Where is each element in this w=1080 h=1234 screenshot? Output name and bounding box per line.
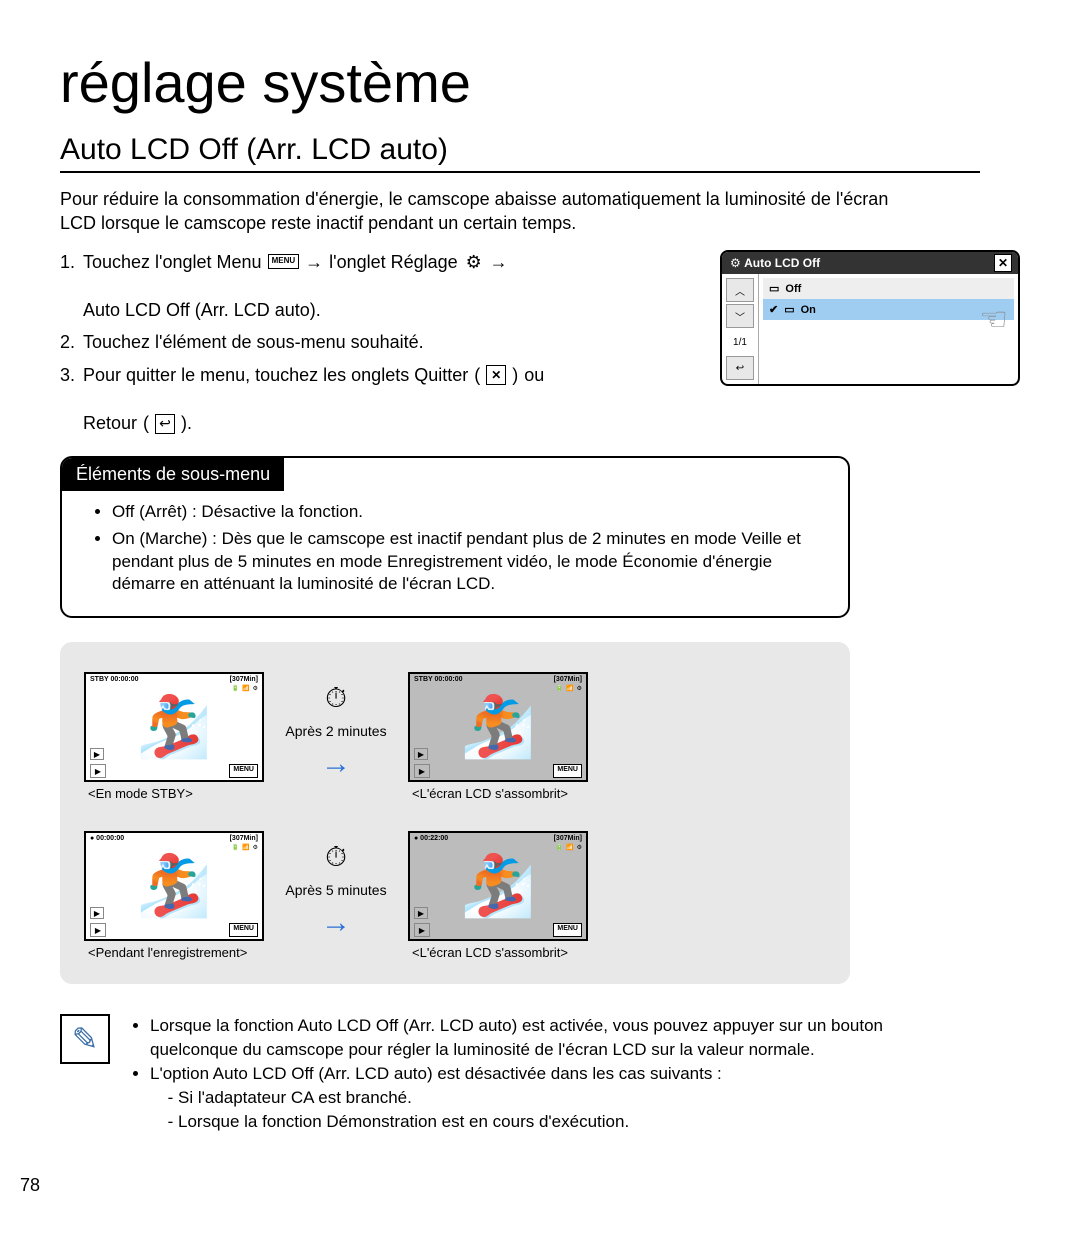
- section-title: Auto LCD Off (Arr. LCD auto): [60, 133, 980, 173]
- step-number: 3.: [60, 363, 75, 387]
- down-button[interactable]: ﹀: [726, 304, 754, 328]
- snowboarder-icon: 🏂: [461, 856, 536, 916]
- snowboarder-icon: 🏂: [137, 856, 212, 916]
- page-number: 78: [20, 1175, 40, 1196]
- caption-dim: <L'écran LCD s'assombrit>: [412, 945, 588, 960]
- note-1: Lorsque la fonction Auto LCD Off (Arr. L…: [150, 1014, 960, 1062]
- play-icon: ▶: [90, 923, 106, 937]
- play-icon: ▶: [90, 764, 106, 778]
- thumb-icon: ▶: [414, 748, 428, 760]
- caption-rec: <Pendant l'enregistrement>: [88, 945, 264, 960]
- step-1-text-b: l'onglet Réglage: [329, 250, 458, 274]
- step-3-text-a: Pour quitter le menu, touchez les onglet…: [83, 363, 468, 387]
- gear-icon: ⚙: [464, 252, 484, 272]
- stby-time: STBY 00:00:00: [90, 676, 139, 683]
- diagram-panel: STBY 00:00:00 [307Min] 🔋📶⚙ 🏂 ▶ ▶ MENU <E…: [60, 642, 850, 984]
- step-2: 2. Touchez l'élément de sous-menu souhai…: [60, 330, 600, 354]
- play-icon: ▶: [414, 923, 430, 937]
- menu-screenshot: ⚙ Auto LCD Off ✕ ︿ ﹀ 1/1 ↩ ▭ Off ✔ ▭ On: [720, 250, 1020, 386]
- gear-icon: ⚙: [730, 256, 741, 270]
- close-icon[interactable]: ✕: [994, 254, 1012, 272]
- snowboarder-icon: 🏂: [461, 697, 536, 757]
- caption-stby: <En mode STBY>: [88, 786, 264, 801]
- screen-stby-dim: STBY 00:00:00 [307Min] 🔋📶⚙ 🏂 ▶ ▶ MENU: [408, 672, 588, 782]
- menu-off-label: Off: [785, 283, 801, 295]
- notes: ✎ Lorsque la fonction Auto LCD Off (Arr.…: [60, 1014, 960, 1133]
- submenu-on: On (Marche) : Dès que le camscope est in…: [112, 528, 818, 597]
- step-2-text: Touchez l'élément de sous-menu souhaité.: [83, 330, 600, 354]
- step-list: 1. Touchez l'onglet Menu MENU → l'onglet…: [60, 250, 600, 436]
- step-3-text-c: Retour: [83, 411, 137, 435]
- menu-button: MENU: [229, 923, 258, 937]
- return-button[interactable]: ↩: [726, 356, 754, 380]
- menu-button: MENU: [553, 923, 582, 937]
- remaining: [307Min]: [554, 676, 582, 683]
- caption-dim: <L'écran LCD s'assombrit>: [412, 786, 588, 801]
- note-2a: Si l'adaptateur CA est branché.: [178, 1086, 960, 1110]
- menu-on-label: On: [801, 304, 816, 316]
- menu-button: MENU: [553, 764, 582, 778]
- menu-title: Auto LCD Off: [744, 256, 820, 270]
- thumb-icon: ▶: [414, 907, 428, 919]
- lcd-on-icon: ▭: [784, 303, 794, 316]
- arrow-icon: →: [321, 906, 351, 940]
- step-3-text-b: ou: [524, 363, 544, 387]
- submenu-box: Éléments de sous-menu Off (Arrêt) : Désa…: [60, 456, 850, 619]
- rec-time-after: ● 00:22:00: [414, 835, 448, 842]
- snowboarder-icon: 🏂: [137, 697, 212, 757]
- screen-rec-dim: ● 00:22:00 [307Min] 🔋📶⚙ 🏂 ▶ ▶ MENU: [408, 831, 588, 941]
- step-1: 1. Touchez l'onglet Menu MENU → l'onglet…: [60, 250, 600, 323]
- after-5min: Après 5 minutes: [285, 882, 386, 898]
- hand-pointer-icon: ☜: [979, 300, 1008, 338]
- menu-item-on[interactable]: ✔ ▭ On: [763, 299, 1014, 320]
- page-indicator: 1/1: [726, 330, 754, 354]
- remaining: [307Min]: [230, 835, 258, 842]
- return-icon: ↩: [155, 414, 175, 434]
- close-icon: ✕: [486, 365, 506, 385]
- step-number: 1.: [60, 250, 75, 274]
- remaining: [307Min]: [554, 835, 582, 842]
- submenu-off: Off (Arrêt) : Désactive la fonction.: [112, 501, 818, 524]
- arrow-icon: →: [321, 747, 351, 781]
- thumb-icon: ▶: [90, 907, 104, 919]
- play-icon: ▶: [414, 764, 430, 778]
- thumb-icon: ▶: [90, 748, 104, 760]
- step-3: 3. Pour quitter le menu, touchez les ong…: [60, 363, 600, 436]
- up-button[interactable]: ︿: [726, 278, 754, 302]
- submenu-header: Éléments de sous-menu: [62, 458, 284, 491]
- note-icon: ✎: [60, 1014, 110, 1064]
- menu-icon: MENU: [268, 254, 300, 269]
- timer-icon: ⏱: [325, 682, 347, 715]
- screen-stby: STBY 00:00:00 [307Min] 🔋📶⚙ 🏂 ▶ ▶ MENU: [84, 672, 264, 782]
- rec-time: ● 00:00:00: [90, 835, 124, 842]
- intro-text: Pour réduire la consommation d'énergie, …: [60, 187, 920, 236]
- lcd-off-icon: ▭: [769, 282, 779, 295]
- check-icon: ✔: [769, 303, 778, 316]
- diagram-row-stby: STBY 00:00:00 [307Min] 🔋📶⚙ 🏂 ▶ ▶ MENU <E…: [84, 672, 826, 801]
- step-1-text-c: Auto LCD Off (Arr. LCD auto).: [83, 300, 321, 320]
- step-number: 2.: [60, 330, 75, 354]
- note-2b: Lorsque la fonction Démonstration est en…: [178, 1110, 960, 1134]
- menu-header: ⚙ Auto LCD Off ✕: [722, 252, 1018, 274]
- screen-rec: ● 00:00:00 [307Min] 🔋📶⚙ 🏂 ▶ ▶ MENU: [84, 831, 264, 941]
- menu-button: MENU: [229, 764, 258, 778]
- stby-time: STBY 00:00:00: [414, 676, 463, 683]
- page-title: réglage système: [60, 50, 1020, 115]
- menu-item-off[interactable]: ▭ Off: [763, 278, 1014, 299]
- timer-icon: ⏱: [325, 841, 347, 874]
- note-2: L'option Auto LCD Off (Arr. LCD auto) es…: [150, 1062, 960, 1133]
- step-1-text-a: Touchez l'onglet Menu: [83, 250, 262, 274]
- diagram-row-rec: ● 00:00:00 [307Min] 🔋📶⚙ 🏂 ▶ ▶ MENU <Pend…: [84, 831, 826, 960]
- remaining: [307Min]: [230, 676, 258, 683]
- menu-sidebar: ︿ ﹀ 1/1 ↩: [722, 274, 759, 384]
- after-2min: Après 2 minutes: [285, 723, 386, 739]
